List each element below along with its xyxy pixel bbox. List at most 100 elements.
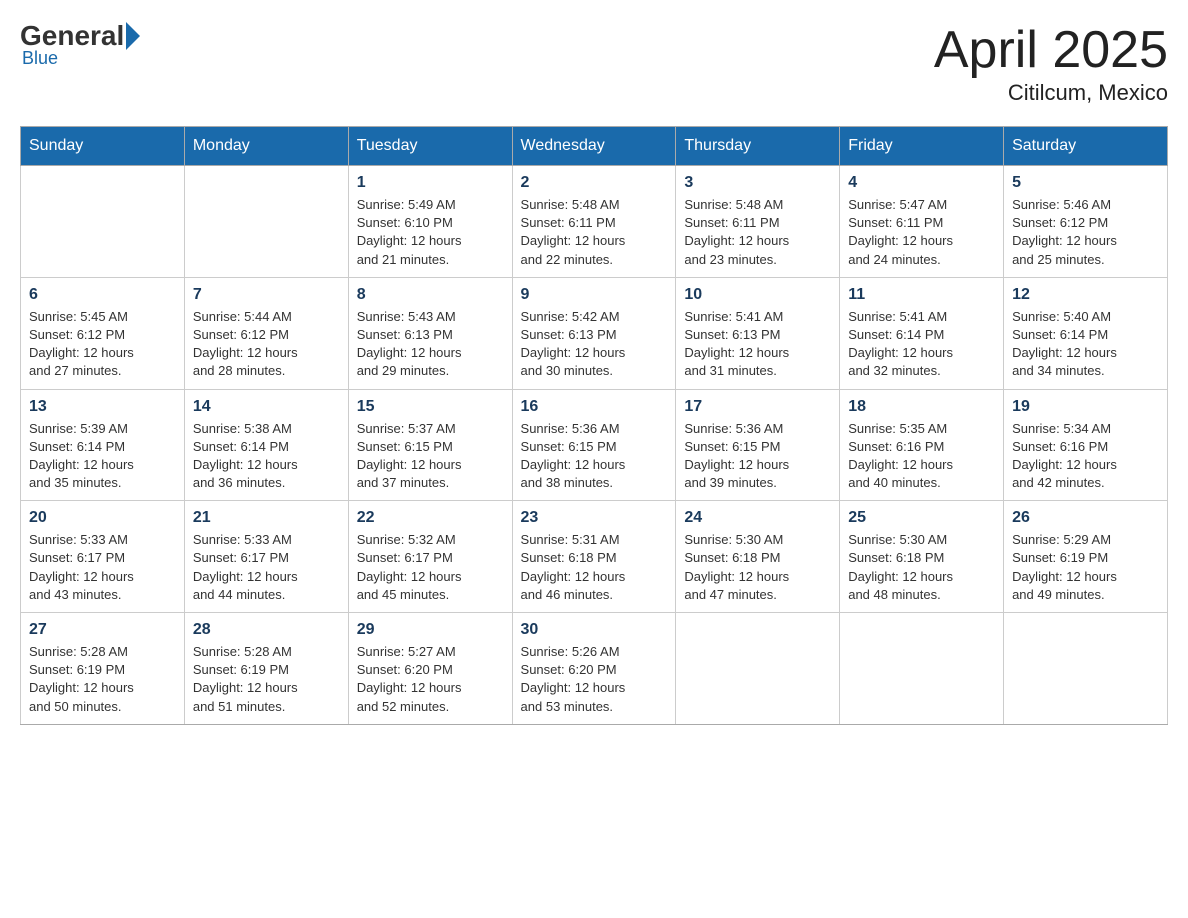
day-of-week-header: Wednesday (512, 127, 676, 166)
calendar-week-row: 13Sunrise: 5:39 AMSunset: 6:14 PMDayligh… (21, 389, 1168, 501)
day-number: 15 (357, 398, 504, 416)
calendar-cell: 18 Sunrise: 5:35 AMSunset: 6:16 PMDayligh… (840, 389, 1004, 501)
calendar-week-row: 27 Sunrise: 5:28 AMSunset: 6:19 PMDayligh… (21, 613, 1168, 725)
day-number: 6 (29, 286, 176, 304)
page-header: General Blue April 2025 Citilcum, Mexico (20, 20, 1168, 106)
calendar-cell: 11 Sunrise: 5:41 AMSunset: 6:14 PMDayligh… (840, 277, 1004, 389)
calendar-cell (184, 166, 348, 278)
day-info: Sunrise: 5:30 AMSunset: 6:18 PMDaylight:… (684, 531, 831, 604)
title-section: April 2025 Citilcum, Mexico (934, 20, 1168, 106)
day-info: Sunrise: 5:28 AMSunset: 6:19 PMDaylight:… (193, 643, 340, 716)
day-number: 16 (521, 398, 668, 416)
header-row: SundayMondayTuesdayWednesdayThursdayFrid… (21, 127, 1168, 166)
calendar-title: April 2025 (934, 20, 1168, 80)
calendar-cell: 19 Sunrise: 5:34 AMSunset: 6:16 PMDayligh… (1004, 389, 1168, 501)
day-number: 26 (1012, 509, 1159, 527)
day-info: Sunrise: 5:45 AMSunset: 6:12 PMDaylight:… (29, 308, 176, 381)
calendar-cell (840, 613, 1004, 725)
day-info: Sunrise: 5:46 AMSunset: 6:12 PMDaylight:… (1012, 196, 1159, 269)
day-info: Sunrise: 5:27 AMSunset: 6:20 PMDaylight:… (357, 643, 504, 716)
day-info: Sunrise: 5:49 AMSunset: 6:10 PMDaylight:… (357, 196, 504, 269)
day-number: 4 (848, 174, 995, 192)
day-of-week-header: Friday (840, 127, 1004, 166)
day-number: 30 (521, 621, 668, 639)
day-info: Sunrise: 5:32 AMSunset: 6:17 PMDaylight:… (357, 531, 504, 604)
calendar-cell: 25Sunrise: 5:30 AMSunset: 6:18 PMDayligh… (840, 501, 1004, 613)
calendar-week-row: 6 Sunrise: 5:45 AMSunset: 6:12 PMDaylight… (21, 277, 1168, 389)
calendar-cell: 21Sunrise: 5:33 AMSunset: 6:17 PMDayligh… (184, 501, 348, 613)
day-of-week-header: Saturday (1004, 127, 1168, 166)
day-number: 28 (193, 621, 340, 639)
logo-blue: Blue (22, 48, 58, 69)
day-info: Sunrise: 5:38 AMSunset: 6:14 PMDaylight:… (193, 420, 340, 493)
calendar-cell: 28 Sunrise: 5:28 AMSunset: 6:19 PMDayligh… (184, 613, 348, 725)
calendar-cell: 14 Sunrise: 5:38 AMSunset: 6:14 PMDayligh… (184, 389, 348, 501)
day-info: Sunrise: 5:34 AMSunset: 6:16 PMDaylight:… (1012, 420, 1159, 493)
calendar-cell: 23 Sunrise: 5:31 AMSunset: 6:18 PMDayligh… (512, 501, 676, 613)
calendar-week-row: 1 Sunrise: 5:49 AMSunset: 6:10 PMDaylight… (21, 166, 1168, 278)
calendar-cell: 26 Sunrise: 5:29 AMSunset: 6:19 PMDayligh… (1004, 501, 1168, 613)
day-number: 21 (193, 509, 340, 527)
day-info: Sunrise: 5:48 AMSunset: 6:11 PMDaylight:… (521, 196, 668, 269)
day-info: Sunrise: 5:44 AMSunset: 6:12 PMDaylight:… (193, 308, 340, 381)
day-info: Sunrise: 5:31 AMSunset: 6:18 PMDaylight:… (521, 531, 668, 604)
day-number: 3 (684, 174, 831, 192)
day-info: Sunrise: 5:35 AMSunset: 6:16 PMDaylight:… (848, 420, 995, 493)
day-number: 8 (357, 286, 504, 304)
day-info: Sunrise: 5:47 AMSunset: 6:11 PMDaylight:… (848, 196, 995, 269)
day-number: 29 (357, 621, 504, 639)
day-number: 1 (357, 174, 504, 192)
calendar-cell (676, 613, 840, 725)
day-info: Sunrise: 5:41 AMSunset: 6:13 PMDaylight:… (684, 308, 831, 381)
calendar-cell (1004, 613, 1168, 725)
day-number: 23 (521, 509, 668, 527)
day-number: 5 (1012, 174, 1159, 192)
day-of-week-header: Monday (184, 127, 348, 166)
day-info: Sunrise: 5:30 AMSunset: 6:18 PMDaylight:… (848, 531, 995, 604)
logo: General Blue (20, 20, 142, 69)
day-number: 18 (848, 398, 995, 416)
calendar-cell: 16Sunrise: 5:36 AMSunset: 6:15 PMDayligh… (512, 389, 676, 501)
day-number: 17 (684, 398, 831, 416)
calendar-cell: 5 Sunrise: 5:46 AMSunset: 6:12 PMDaylight… (1004, 166, 1168, 278)
day-info: Sunrise: 5:29 AMSunset: 6:19 PMDaylight:… (1012, 531, 1159, 604)
calendar-cell: 12 Sunrise: 5:40 AMSunset: 6:14 PMDayligh… (1004, 277, 1168, 389)
calendar-cell: 27 Sunrise: 5:28 AMSunset: 6:19 PMDayligh… (21, 613, 185, 725)
day-info: Sunrise: 5:43 AMSunset: 6:13 PMDaylight:… (357, 308, 504, 381)
calendar-cell: 30Sunrise: 5:26 AMSunset: 6:20 PMDayligh… (512, 613, 676, 725)
calendar-cell: 15 Sunrise: 5:37 AMSunset: 6:15 PMDayligh… (348, 389, 512, 501)
calendar-cell: 29 Sunrise: 5:27 AMSunset: 6:20 PMDayligh… (348, 613, 512, 725)
day-number: 24 (684, 509, 831, 527)
day-info: Sunrise: 5:41 AMSunset: 6:14 PMDaylight:… (848, 308, 995, 381)
calendar-cell: 6 Sunrise: 5:45 AMSunset: 6:12 PMDaylight… (21, 277, 185, 389)
day-number: 9 (521, 286, 668, 304)
day-info: Sunrise: 5:39 AMSunset: 6:14 PMDaylight:… (29, 420, 176, 493)
day-number: 27 (29, 621, 176, 639)
calendar-cell: 3Sunrise: 5:48 AMSunset: 6:11 PMDaylight… (676, 166, 840, 278)
calendar-subtitle: Citilcum, Mexico (934, 80, 1168, 106)
day-number: 12 (1012, 286, 1159, 304)
day-info: Sunrise: 5:36 AMSunset: 6:15 PMDaylight:… (684, 420, 831, 493)
calendar-cell (21, 166, 185, 278)
day-of-week-header: Sunday (21, 127, 185, 166)
calendar-cell: 2Sunrise: 5:48 AMSunset: 6:11 PMDaylight… (512, 166, 676, 278)
day-number: 10 (684, 286, 831, 304)
day-number: 22 (357, 509, 504, 527)
day-info: Sunrise: 5:37 AMSunset: 6:15 PMDaylight:… (357, 420, 504, 493)
day-number: 20 (29, 509, 176, 527)
calendar-cell: 17 Sunrise: 5:36 AMSunset: 6:15 PMDayligh… (676, 389, 840, 501)
calendar-cell: 4 Sunrise: 5:47 AMSunset: 6:11 PMDaylight… (840, 166, 1004, 278)
calendar-cell: 8 Sunrise: 5:43 AMSunset: 6:13 PMDaylight… (348, 277, 512, 389)
day-info: Sunrise: 5:28 AMSunset: 6:19 PMDaylight:… (29, 643, 176, 716)
calendar-body: 1 Sunrise: 5:49 AMSunset: 6:10 PMDaylight… (21, 166, 1168, 725)
calendar-cell: 13Sunrise: 5:39 AMSunset: 6:14 PMDayligh… (21, 389, 185, 501)
calendar-cell: 7Sunrise: 5:44 AMSunset: 6:12 PMDaylight… (184, 277, 348, 389)
calendar-cell: 1 Sunrise: 5:49 AMSunset: 6:10 PMDaylight… (348, 166, 512, 278)
day-number: 11 (848, 286, 995, 304)
calendar-cell: 9Sunrise: 5:42 AMSunset: 6:13 PMDaylight… (512, 277, 676, 389)
day-number: 19 (1012, 398, 1159, 416)
day-number: 14 (193, 398, 340, 416)
calendar-cell: 20Sunrise: 5:33 AMSunset: 6:17 PMDayligh… (21, 501, 185, 613)
day-info: Sunrise: 5:40 AMSunset: 6:14 PMDaylight:… (1012, 308, 1159, 381)
calendar-cell: 24 Sunrise: 5:30 AMSunset: 6:18 PMDayligh… (676, 501, 840, 613)
